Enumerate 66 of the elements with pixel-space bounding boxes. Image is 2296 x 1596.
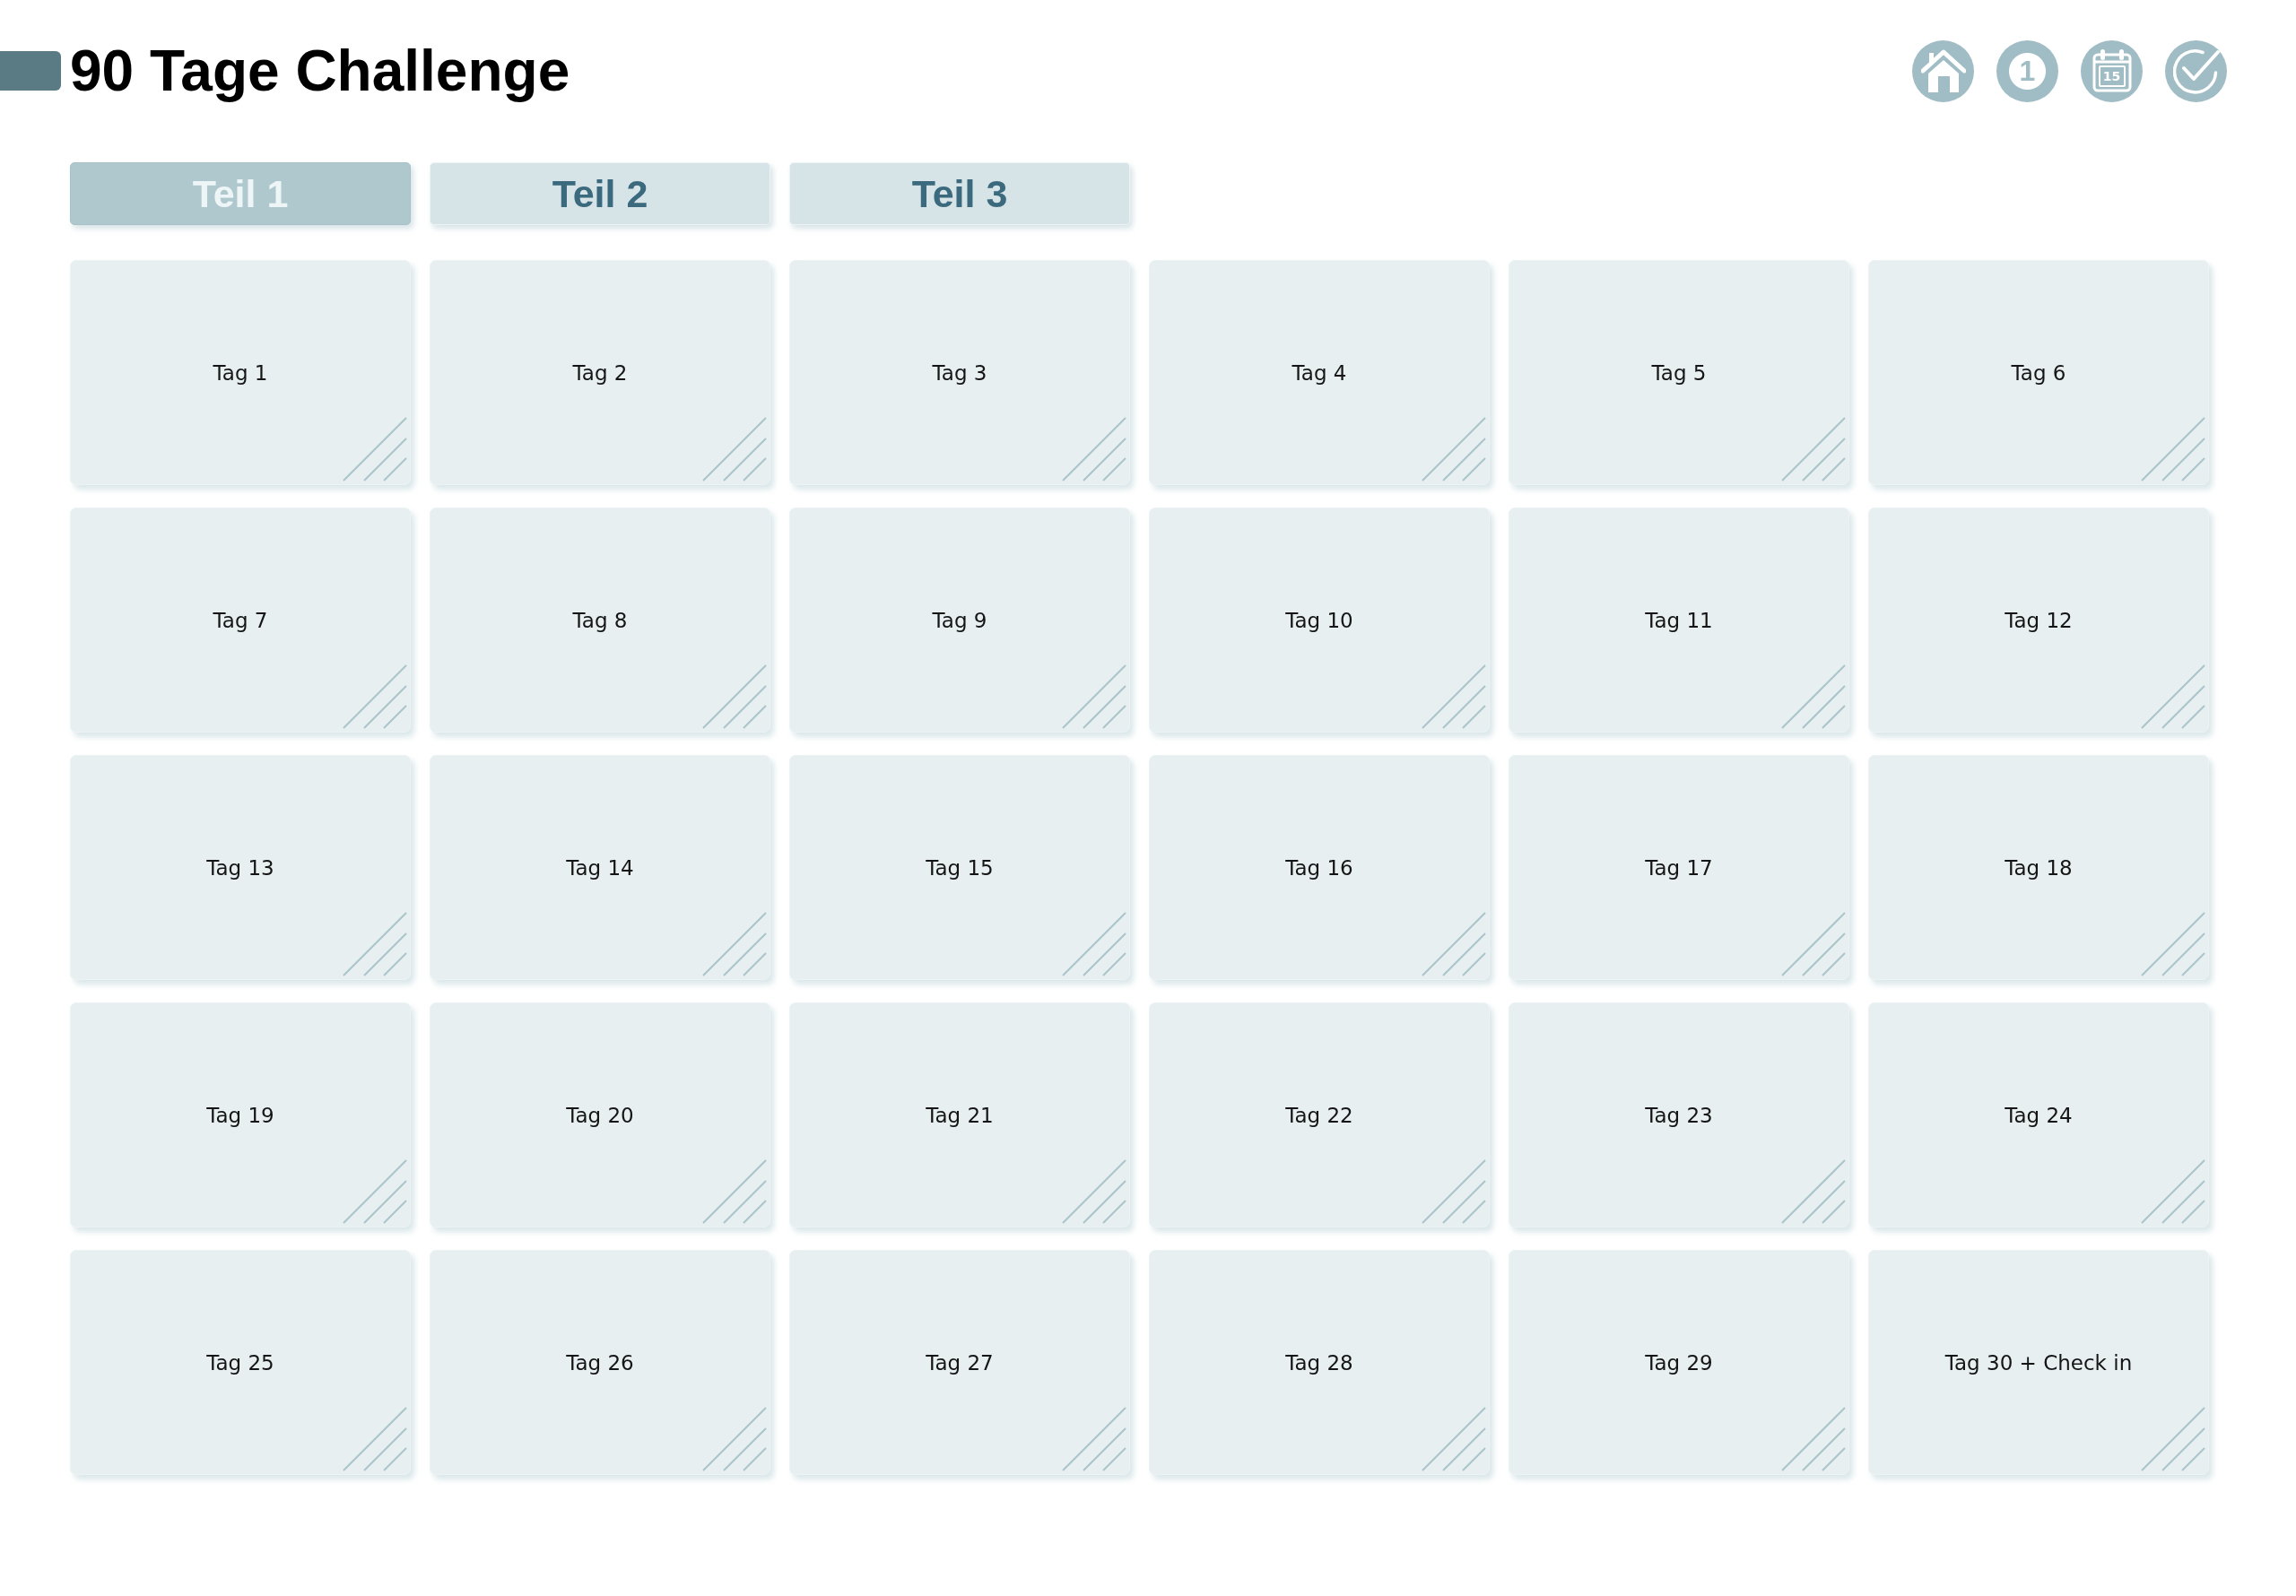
diagonal-lines-icon xyxy=(702,1407,767,1471)
calendar-icon xyxy=(2092,49,2132,92)
day-card[interactable]: Tag 24 xyxy=(1868,1002,2209,1227)
title-accent-bar xyxy=(0,51,61,91)
diagonal-lines-icon xyxy=(1422,417,1486,481)
day-card[interactable]: Tag 15 xyxy=(789,755,1130,980)
diagonal-lines-icon xyxy=(702,664,767,729)
diagonal-lines-icon xyxy=(1062,417,1126,481)
diagonal-lines-icon xyxy=(1781,912,1846,976)
day-card[interactable]: Tag 9 xyxy=(789,507,1130,733)
day-card[interactable]: Tag 10 xyxy=(1149,507,1490,733)
diagonal-lines-icon xyxy=(1422,1159,1486,1224)
tab[interactable]: Teil 2 xyxy=(430,162,770,225)
diagonal-lines-icon xyxy=(2141,1159,2205,1224)
day-card[interactable]: Tag 6 xyxy=(1868,260,2209,485)
day-card[interactable]: Tag 13 xyxy=(70,755,411,980)
day-card[interactable]: Tag 5 xyxy=(1509,260,1849,485)
day-card[interactable]: Tag 26 xyxy=(430,1250,770,1475)
day-card[interactable]: Tag 12 xyxy=(1868,507,2209,733)
diagonal-lines-icon xyxy=(702,417,767,481)
home-icon xyxy=(1920,49,1966,92)
diagonal-lines-icon xyxy=(2141,417,2205,481)
day-card[interactable]: Tag 14 xyxy=(430,755,770,980)
day-card[interactable]: Tag 16 xyxy=(1149,755,1490,980)
diagonal-lines-icon xyxy=(702,1159,767,1224)
day-card[interactable]: Tag 2 xyxy=(430,260,770,485)
tab[interactable]: Teil 3 xyxy=(789,162,1130,225)
diagonal-lines-icon xyxy=(2141,912,2205,976)
diagonal-lines-icon xyxy=(1422,664,1486,729)
day-card[interactable]: Tag 20 xyxy=(430,1002,770,1227)
diagonal-lines-icon xyxy=(1062,1159,1126,1224)
diagonal-lines-icon xyxy=(1781,664,1846,729)
diagonal-lines-icon xyxy=(2141,1407,2205,1471)
day-card[interactable]: Tag 27 xyxy=(789,1250,1130,1475)
diagonal-lines-icon xyxy=(1062,912,1126,976)
day-card[interactable]: Tag 4 xyxy=(1149,260,1490,485)
day-card[interactable]: Tag 21 xyxy=(789,1002,1130,1227)
day-card[interactable]: Tag 22 xyxy=(1149,1002,1490,1227)
day-card[interactable]: Tag 11 xyxy=(1509,507,1849,733)
day-card[interactable]: Tag 17 xyxy=(1509,755,1849,980)
day-card[interactable]: Tag 7 xyxy=(70,507,411,733)
diagonal-lines-icon xyxy=(343,1407,407,1471)
day-card[interactable]: Tag 8 xyxy=(430,507,770,733)
diagonal-lines-icon xyxy=(2141,664,2205,729)
diagonal-lines-icon xyxy=(702,912,767,976)
day-card[interactable]: Tag 18 xyxy=(1868,755,2209,980)
diagonal-lines-icon xyxy=(1422,1407,1486,1471)
day-card[interactable]: Tag 19 xyxy=(70,1002,411,1227)
diagonal-lines-icon xyxy=(1781,1159,1846,1224)
day-card[interactable]: Tag 25 xyxy=(70,1250,411,1475)
diagonal-lines-icon xyxy=(1422,912,1486,976)
diagonal-lines-icon xyxy=(343,417,407,481)
day-card[interactable]: Tag 28 xyxy=(1149,1250,1490,1475)
diagonal-lines-icon xyxy=(1062,1407,1126,1471)
diagonal-lines-icon xyxy=(1062,664,1126,729)
diagonal-lines-icon xyxy=(343,1159,407,1224)
diagonal-lines-icon xyxy=(1781,417,1846,481)
day-card[interactable]: Tag 3 xyxy=(789,260,1130,485)
diagonal-lines-icon xyxy=(343,912,407,976)
diagonal-lines-icon xyxy=(1781,1407,1846,1471)
check-circle-icon xyxy=(2172,48,2220,94)
day-card[interactable]: Tag 23 xyxy=(1509,1002,1849,1227)
day-card[interactable]: Tag 1 xyxy=(70,260,411,485)
day-card[interactable]: Tag 30 + Check in xyxy=(1868,1250,2209,1475)
diagonal-lines-icon xyxy=(343,664,407,729)
day-card[interactable]: Tag 29 xyxy=(1509,1250,1849,1475)
